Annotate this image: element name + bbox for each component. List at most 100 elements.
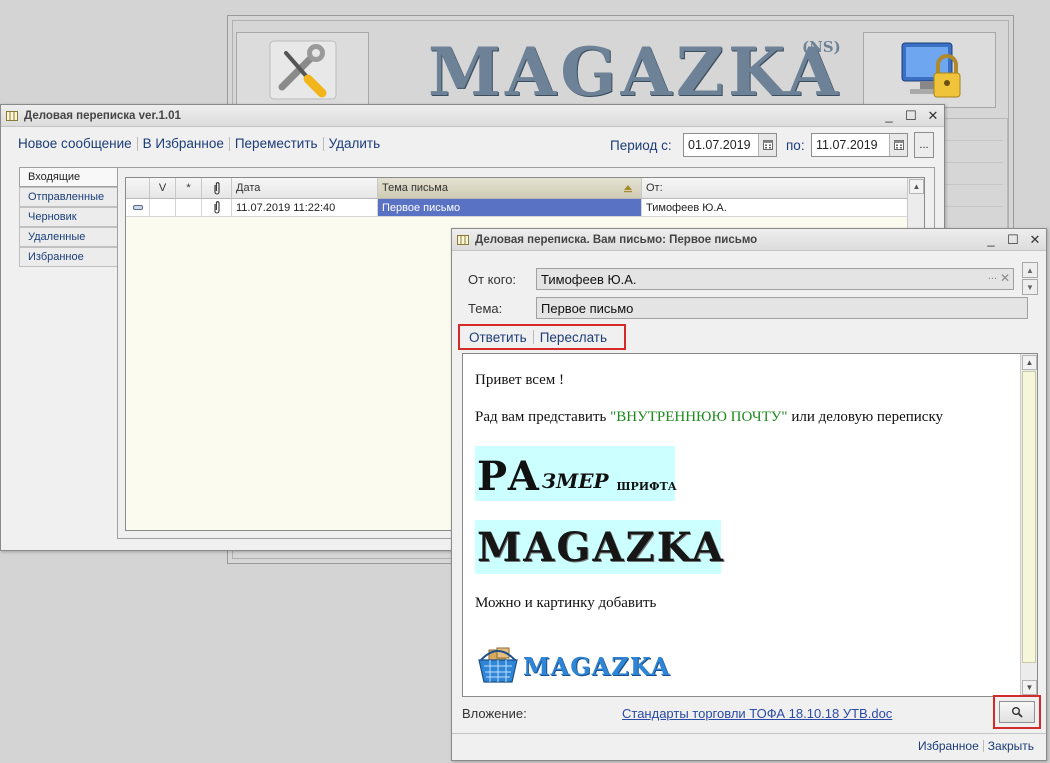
computer-lock-icon [901,42,960,98]
calendar-icon[interactable] [889,134,907,156]
footer-divider [452,733,1046,734]
shopping-basket-icon [478,647,518,683]
folder-tab-inbox[interactable]: Входящие [19,167,117,187]
brand-sample: MAGAZKA [475,520,723,574]
letter-titlebar[interactable]: Деловая переписка. Вам письмо: Первое пи… [452,229,1046,251]
folder-tabs: Входящие Отправленные Черновик Удаленные… [19,167,117,267]
folder-tab-deleted[interactable]: Удаленные [19,227,117,247]
from-label: От кого: [468,272,517,287]
column-header-date[interactable]: Дата [232,178,378,199]
add-to-favorites-button[interactable]: В Избранное [138,136,229,151]
column-header-row-marker [126,178,150,199]
close-button[interactable]: ✕ [922,106,944,126]
intro-line: Рад вам представить "ВНУТРЕННЮЮ ПОЧТУ" и… [475,409,943,426]
period-from-value: 01.07.2019 [688,138,751,152]
font-size-big: РА [477,453,540,500]
tools-icon [269,40,336,100]
clear-icon[interactable]: ✕ [1000,271,1010,285]
column-header-attachment[interactable] [202,178,232,199]
main-toolbar: Новое сообщение В Избранное Переместить … [13,136,385,151]
letter-body-scrollbar[interactable]: ▲ ▼ [1020,354,1037,696]
column-header-subject-label: Тема письма [382,182,448,194]
font-size-mid: змер [541,469,609,493]
letter-footer: Избранное Закрыть [914,739,1038,753]
column-header-read[interactable]: V [150,178,176,199]
maximize-button[interactable]: ☐ [900,106,922,126]
magnifier-icon [1012,707,1023,718]
move-button[interactable]: Переместить [230,136,323,151]
window-icon [457,234,469,245]
row-marker-cell[interactable] [126,199,150,217]
logo-text: MAGAZKA [523,651,671,681]
next-message-arrow[interactable]: ▼ [1022,279,1038,295]
attachment-label: Вложение: [462,706,527,721]
row-star-cell[interactable] [176,199,202,217]
intro-highlight: "ВНУТРЕННЮЮ ПОЧТУ" [610,409,788,425]
from-field[interactable]: Тимофеев Ю.А. ... ✕ [536,268,1014,290]
period-from-field[interactable]: 01.07.2019 [683,133,777,157]
magazka-logo: MAGAZKA [475,644,670,688]
close-button[interactable]: ✕ [1024,230,1046,250]
scroll-up-arrow[interactable]: ▲ [909,179,924,194]
from-select-button[interactable]: ... [988,270,997,282]
letter-body[interactable]: Привет всем ! Рад вам представить "ВНУТР… [462,353,1038,697]
period-to-field[interactable]: 11.07.2019 [811,133,908,157]
column-header-subject[interactable]: Тема письма [378,178,642,199]
greeting-text: Привет всем ! [475,372,565,388]
font-size-small: шрифта [616,480,677,493]
folder-tab-drafts[interactable]: Черновик [19,207,117,227]
paperclip-icon [213,201,220,214]
minimize-button[interactable]: _ [980,230,1002,250]
row-attachment-cell[interactable] [202,199,232,217]
subject-label: Тема: [468,301,503,316]
letter-body-content: Привет всем ! Рад вам представить "ВНУТР… [475,354,1015,696]
window-title: Деловая переписка ver.1.01 [24,109,181,122]
period-select-button[interactable]: ... [914,132,934,158]
row-marker-icon [132,205,143,210]
actions-separator [532,330,534,344]
row-from-cell[interactable]: Тимофеев Ю.А. [642,199,908,217]
new-message-button[interactable]: Новое сообщение [13,136,137,151]
maximize-button[interactable]: ☐ [1002,230,1024,250]
from-value: Тимофеев Ю.А. [541,271,637,287]
row-subject-cell[interactable]: Первое письмо [378,199,642,217]
attachment-link[interactable]: Стандарты торговли ТОФА 18.10.18 УТВ.doc [622,706,892,721]
minimize-button[interactable]: _ [878,106,900,126]
row-date-cell[interactable]: 11.07.2019 11:22:40 [232,199,378,217]
letter-actions: Ответить Переслать [458,324,626,350]
period-to-label: по: [786,138,805,153]
subject-value: Первое письмо [541,300,634,316]
folder-tab-sent[interactable]: Отправленные [19,187,117,207]
intro-text-before: Рад вам представить [475,409,611,425]
attachment-open-highlight [993,695,1041,729]
favorites-button[interactable]: Избранное [914,739,983,753]
delete-button[interactable]: Удалить [324,136,386,151]
scroll-down-arrow[interactable]: ▼ [1022,680,1037,695]
forward-button[interactable]: Переслать [537,330,610,345]
tools-tile[interactable] [236,32,369,108]
background-logo-superscript: (NS) [802,38,841,56]
column-header-from[interactable]: От: [642,178,908,199]
correspondence-titlebar[interactable]: Деловая переписка ver.1.01 _ ☐ ✕ [1,105,944,127]
intro-text-after: или деловую переписку [787,409,944,425]
window-icon [6,110,18,121]
sort-icon [624,185,632,193]
letter-window: Деловая переписка. Вам письмо: Первое пи… [451,228,1047,761]
column-header-star[interactable]: * [176,178,202,199]
calendar-icon[interactable] [758,134,776,156]
scroll-up-arrow[interactable]: ▲ [1022,355,1037,370]
paperclip-icon [213,181,220,195]
open-attachment-button[interactable] [999,701,1035,723]
subject-field[interactable]: Первое письмо [536,297,1028,319]
background-logo: MAGAZKA [428,33,842,111]
font-size-sample: РА змер шрифта [475,446,677,501]
scroll-thumb[interactable] [1022,371,1036,663]
folder-tab-favorites[interactable]: Избранное [19,247,117,267]
row-read-cell[interactable] [150,199,176,217]
period-to-value: 11.07.2019 [816,138,878,152]
security-tile[interactable] [863,32,996,108]
prev-message-arrow[interactable]: ▲ [1022,262,1038,278]
reply-button[interactable]: Ответить [466,330,530,345]
close-letter-button[interactable]: Закрыть [984,739,1038,753]
picture-note: Можно и картинку добавить [475,595,657,611]
